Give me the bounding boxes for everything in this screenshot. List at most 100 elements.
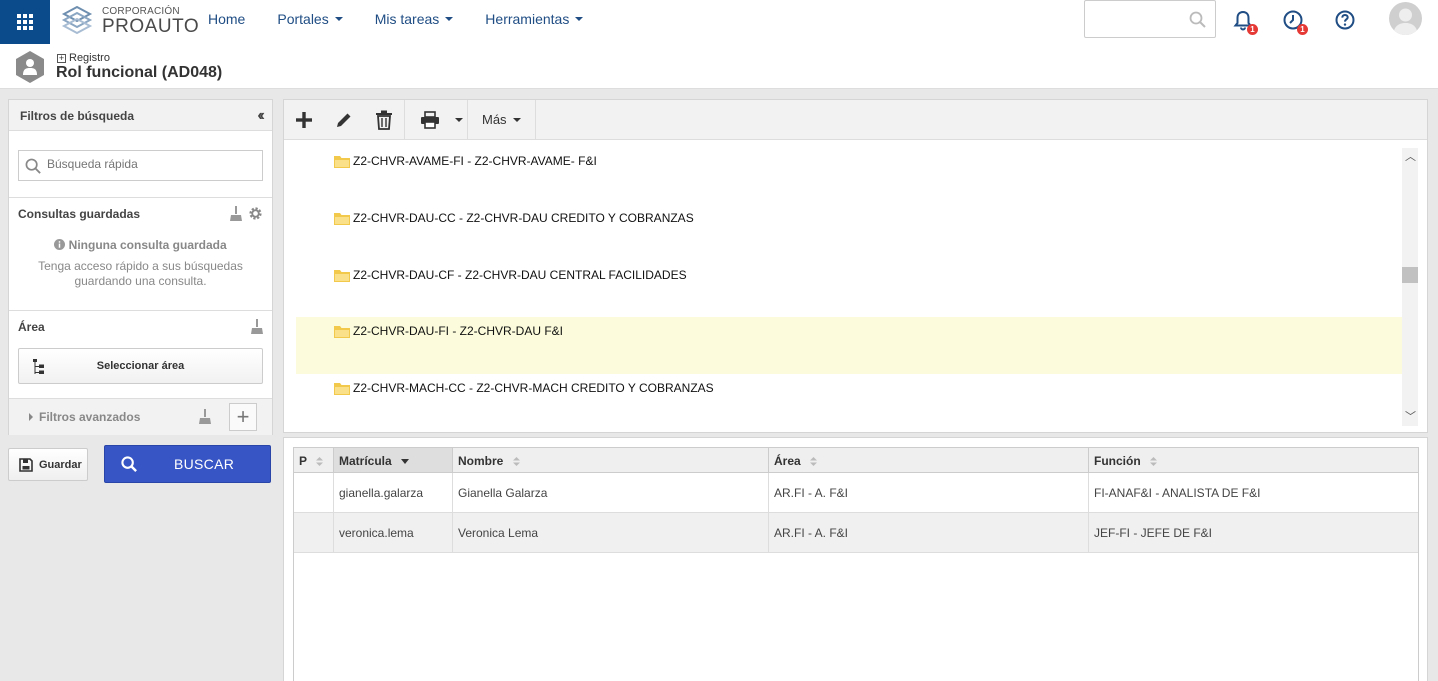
- notifications-badge: 1: [1247, 24, 1258, 35]
- cell-p: [294, 473, 334, 513]
- chevron-down-icon: [334, 17, 343, 21]
- cell-funcion: FI-ANAF&I - ANALISTA DE F&I: [1094, 486, 1261, 500]
- saved-queries-title: Consultas guardadas: [18, 207, 141, 221]
- nav-herramientas[interactable]: Herramientas: [469, 11, 599, 27]
- apps-grid-icon: [17, 14, 33, 30]
- scrollbar-thumb[interactable]: [1402, 267, 1418, 283]
- notifications-button[interactable]: 1: [1230, 7, 1258, 35]
- nav-mis-tareas[interactable]: Mis tareas: [359, 11, 470, 27]
- more-dropdown-button[interactable]: Más: [468, 100, 535, 139]
- broom-icon[interactable]: [251, 319, 263, 334]
- save-query-label: Guardar: [39, 458, 82, 471]
- main-nav: Home Portales Mis tareas Herramientas: [192, 0, 599, 38]
- column-header-funcion[interactable]: Función: [1089, 448, 1418, 472]
- trash-icon: [376, 110, 392, 130]
- search-filters-panel: Filtros de búsqueda ‹‹ Consultas guardad…: [8, 99, 273, 435]
- cell-area: AR.FI - A. F&I: [769, 513, 1089, 553]
- select-area-button[interactable]: Seleccionar área: [18, 348, 263, 384]
- plus-icon: +: [236, 404, 250, 429]
- save-query-button[interactable]: Guardar: [8, 448, 88, 481]
- user-avatar[interactable]: [1389, 2, 1422, 35]
- sort-icon: [512, 457, 520, 467]
- tree-item-label: Z2-CHVR-MACH-CC - Z2-CHVR-MACH CREDITO Y…: [353, 381, 714, 395]
- help-icon: [1335, 10, 1355, 30]
- role-hexagon-icon: [16, 51, 44, 83]
- more-label: Más: [482, 112, 507, 127]
- nav-home[interactable]: Home: [192, 11, 261, 27]
- breadcrumb-label: Registro: [69, 52, 110, 64]
- print-dropdown[interactable]: [455, 117, 467, 122]
- expand-plus-icon: +: [57, 52, 66, 63]
- breadcrumb[interactable]: + Registro: [57, 52, 110, 64]
- collapse-double-chevron-icon[interactable]: ‹‹: [257, 107, 264, 125]
- cell-matricula: veronica.lema: [334, 513, 453, 553]
- results-panel: P Matrícula Nombre Área Función gianella…: [283, 437, 1428, 681]
- cell-matricula: gianella.galarza: [334, 473, 453, 513]
- cell-nombre: Veronica Lema: [453, 513, 769, 553]
- pending-tasks-button[interactable]: 1: [1280, 7, 1308, 35]
- tree-item[interactable]: Z2-CHVR-MACH-CC - Z2-CHVR-MACH CREDITO Y…: [296, 374, 1402, 431]
- divider: [9, 197, 272, 198]
- tree-item-label: Z2-CHVR-AVAME-FI - Z2-CHVR-AVAME- F&I: [353, 154, 597, 168]
- column-label: Función: [1094, 454, 1141, 468]
- folder-icon: [334, 270, 350, 282]
- table-row[interactable]: gianella.galarza Gianella Galarza AR.FI …: [294, 473, 1418, 513]
- gear-icon[interactable]: [248, 206, 263, 221]
- tree-scrollbar[interactable]: ︿ ﹀: [1402, 148, 1418, 426]
- column-label: Matrícula: [339, 454, 392, 468]
- tree-item-label: Z2-CHVR-DAU-FI - Z2-CHVR-DAU F&I: [353, 324, 563, 338]
- chevron-right-icon: [29, 413, 33, 421]
- advanced-filters-section[interactable]: Filtros avanzados +: [9, 398, 272, 435]
- column-label: P: [299, 454, 307, 468]
- filters-title: Filtros de búsqueda: [20, 109, 135, 123]
- global-search-input[interactable]: [1084, 0, 1216, 38]
- column-header-area[interactable]: Área: [769, 448, 1089, 472]
- help-button[interactable]: [1332, 7, 1358, 33]
- area-tree-panel: Más Z2-CHVR-AVAME-FI - Z2-CHVR-AVAME- F&…: [283, 99, 1428, 433]
- nav-portales[interactable]: Portales: [261, 11, 358, 27]
- tree-item[interactable]: Z2-CHVR-DAU-CC - Z2-CHVR-DAU CREDITO Y C…: [296, 198, 1402, 255]
- tree-item[interactable]: Z2-CHVR-DAU-CF - Z2-CHVR-DAU CENTRAL FAC…: [296, 255, 1402, 312]
- advanced-filters-label: Filtros avanzados: [39, 410, 141, 424]
- edit-button[interactable]: [324, 100, 364, 139]
- sort-icon: [810, 457, 818, 467]
- cell-funcion: JEF-FI - JEFE DE F&I: [1094, 526, 1213, 540]
- table-header: P Matrícula Nombre Área Función: [294, 448, 1418, 473]
- column-header-nombre[interactable]: Nombre: [453, 448, 769, 472]
- proauto-logo-icon: [61, 5, 93, 35]
- search-button[interactable]: BUSCAR: [104, 445, 271, 483]
- sort-icon: [316, 457, 324, 467]
- quick-search-input[interactable]: [47, 157, 247, 171]
- column-label: Nombre: [458, 454, 504, 468]
- search-button-label: BUSCAR: [174, 456, 235, 472]
- tree-item-selected[interactable]: Z2-CHVR-DAU-FI - Z2-CHVR-DAU F&I: [296, 317, 1402, 374]
- no-saved-queries-label: Ninguna consulta guardada: [68, 238, 227, 252]
- brand-line1: CORPORACIÓN: [102, 5, 180, 17]
- apps-menu-button[interactable]: [0, 0, 50, 44]
- filters-header: Filtros de búsqueda ‹‹: [9, 100, 272, 131]
- floppy-disk-icon: [19, 457, 33, 472]
- add-button[interactable]: [284, 100, 324, 139]
- quick-search-field[interactable]: [18, 150, 263, 181]
- nav-portales-label: Portales: [277, 11, 329, 27]
- column-header-matricula[interactable]: Matrícula: [334, 448, 453, 472]
- toolbar: Más: [284, 100, 1427, 140]
- tree-item[interactable]: Z2-CHVR-AVAME-FI - Z2-CHVR-AVAME- F&I: [296, 141, 1402, 198]
- add-filter-button[interactable]: +: [229, 403, 257, 431]
- pencil-icon: [337, 113, 351, 127]
- delete-button[interactable]: [364, 100, 404, 139]
- area-title: Área: [18, 320, 45, 334]
- brand-logo[interactable]: CORPORACIÓN PROAUTO: [60, 2, 199, 40]
- print-button[interactable]: [405, 100, 455, 139]
- column-label: Área: [774, 454, 801, 468]
- table-row[interactable]: veronica.lema Veronica Lema AR.FI - A. F…: [294, 513, 1418, 553]
- cell-area: AR.FI - A. F&I: [769, 473, 1089, 513]
- column-header-p[interactable]: P: [294, 448, 334, 472]
- no-saved-queries-message: Ninguna consulta guardada: [9, 238, 272, 252]
- scroll-up-icon[interactable]: ︿: [1405, 148, 1416, 164]
- broom-icon[interactable]: [199, 409, 211, 424]
- sort-icon: [1150, 457, 1158, 467]
- broom-icon[interactable]: [230, 206, 242, 221]
- folder-icon: [334, 156, 350, 168]
- scroll-down-icon[interactable]: ﹀: [1405, 408, 1416, 424]
